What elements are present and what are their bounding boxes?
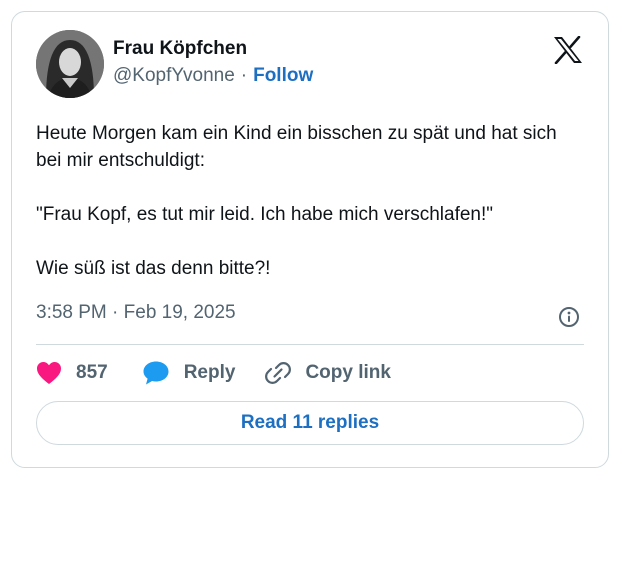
copy-link-label: Copy link: [305, 362, 391, 383]
separator-dot: ·: [240, 65, 248, 86]
tweet-text-line-1: Heute Morgen kam ein Kind ein bisschen z…: [36, 123, 557, 171]
tweet-text-line-2: "Frau Kopf, es tut mir leid. Ich habe mi…: [36, 204, 494, 225]
tweet-card: Frau Köpfchen @KopfYvonne · Follow Heute M…: [11, 11, 609, 468]
action-bar: 857 Reply Copy link: [36, 358, 391, 388]
reply-button[interactable]: Reply: [142, 360, 236, 386]
author-name[interactable]: Frau Köpfchen: [113, 38, 247, 60]
reply-label: Reply: [183, 362, 236, 383]
timestamp[interactable]: 3:58 PM · Feb 19, 2025: [36, 302, 236, 324]
handle-row: @KopfYvonne · Follow: [113, 65, 313, 87]
divider: [36, 344, 584, 345]
info-icon[interactable]: [558, 306, 580, 328]
like-count: 857: [76, 362, 108, 383]
copy-link-button[interactable]: Copy link: [265, 360, 391, 386]
heart-icon: [37, 362, 61, 384]
author-handle[interactable]: @KopfYvonne: [113, 65, 235, 86]
follow-button[interactable]: Follow: [253, 65, 313, 86]
avatar[interactable]: [36, 30, 104, 98]
speech-bubble-icon: [143, 361, 169, 385]
x-logo-icon[interactable]: [553, 35, 583, 65]
link-icon: [265, 362, 292, 384]
tweet-text: Heute Morgen kam ein Kind ein bisschen z…: [36, 120, 586, 282]
tweet-text-line-3: Wie süß ist das denn bitte?!: [36, 258, 271, 279]
like-button[interactable]: 857: [36, 361, 108, 385]
read-replies-button[interactable]: Read 11 replies: [36, 401, 584, 445]
